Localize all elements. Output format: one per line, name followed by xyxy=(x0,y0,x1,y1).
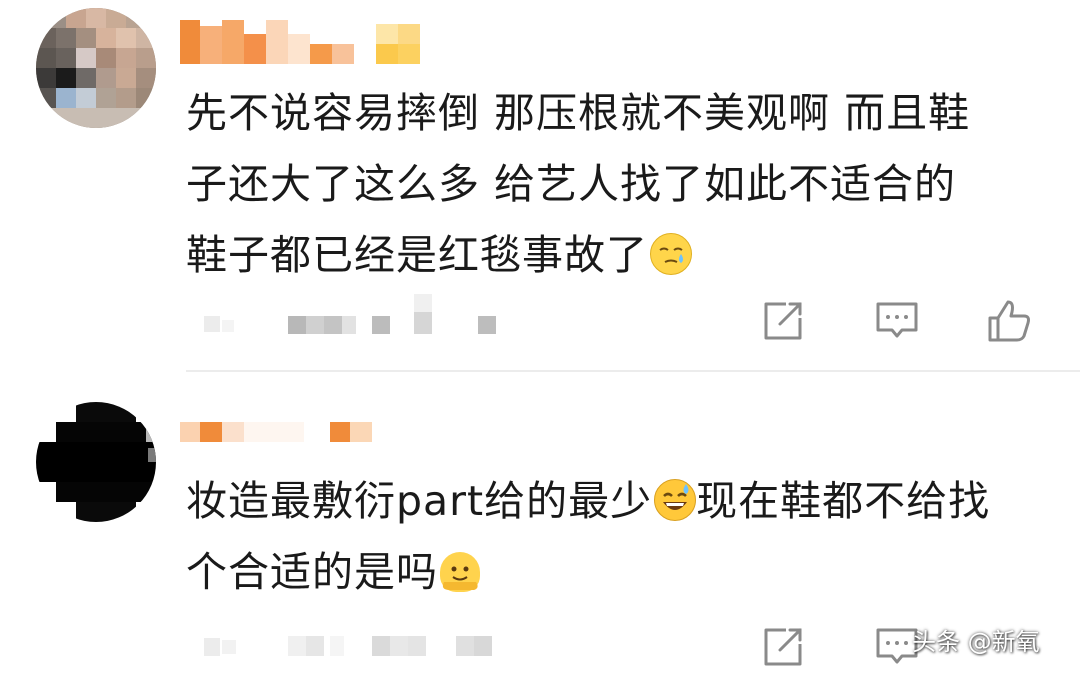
comment-text: 先不说容易摔倒 那压根就不美观啊 而且鞋 子还大了这么多 给艺人找了如此不适合的… xyxy=(186,78,1056,291)
melting-face-emoji xyxy=(440,552,480,592)
username-blurred[interactable] xyxy=(180,20,440,64)
watermark: 头条 @新氧 xyxy=(912,628,1040,656)
username-blurred[interactable] xyxy=(180,420,380,446)
comment-icon[interactable] xyxy=(872,296,922,346)
comment-line: 个合适的是吗 xyxy=(186,548,438,596)
share-icon[interactable] xyxy=(758,622,808,672)
comment-line: 鞋子都已经是红毯事故了 xyxy=(186,231,648,279)
avatar[interactable] xyxy=(36,402,156,522)
comment-text: 妆造最敷衍part给的最少 现在鞋都不给找 个合适的是吗 xyxy=(186,466,1066,608)
grinning-sweat-emoji xyxy=(654,479,697,521)
comment-feed: 先不说容易摔倒 那压根就不美观啊 而且鞋 子还大了这么多 给艺人找了如此不适合的… xyxy=(0,0,1080,675)
comment-item: 先不说容易摔倒 那压根就不美观啊 而且鞋 子还大了这么多 给艺人找了如此不适合的… xyxy=(0,0,1080,370)
like-icon[interactable] xyxy=(984,296,1034,346)
comment-line: 先不说容易摔倒 那压根就不美观啊 而且鞋 xyxy=(186,89,971,137)
avatar[interactable] xyxy=(36,8,156,128)
meta-info-blurred xyxy=(200,294,520,334)
share-icon[interactable] xyxy=(758,296,808,346)
comment-line: 现在鞋都不给找 xyxy=(696,477,991,525)
sleepy-sweat-emoji xyxy=(650,233,692,275)
comment-line: 子还大了这么多 给艺人找了如此不适合的 xyxy=(186,160,957,208)
meta-info-blurred xyxy=(200,628,520,656)
comment-line: 妆造最敷衍part给的最少 xyxy=(186,477,653,525)
